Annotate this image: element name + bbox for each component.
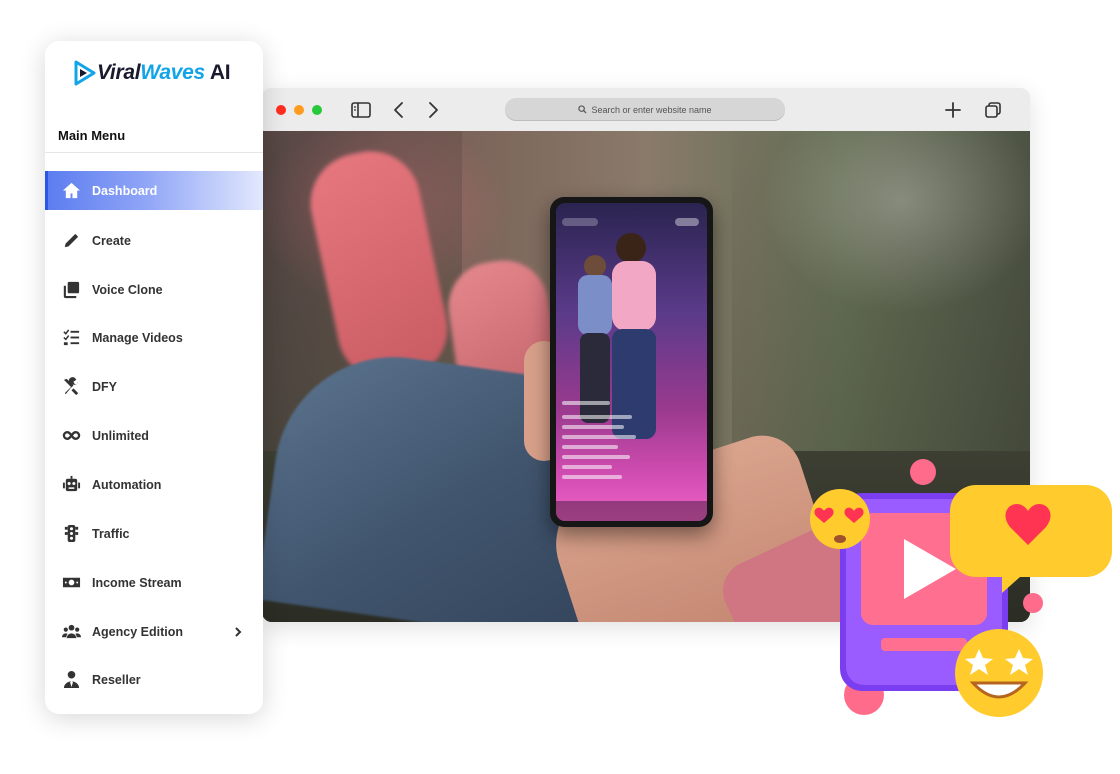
- sidebar-item-label: Unlimited: [92, 428, 149, 443]
- sidebar-item-dashboard[interactable]: Dashboard: [45, 171, 263, 210]
- logo-word-waves: Waves: [140, 61, 205, 84]
- sidebar-item-label: Income Stream: [92, 575, 182, 590]
- sidebar-item-label: Agency Edition: [92, 624, 183, 639]
- phone-mockup: [550, 197, 713, 527]
- minimize-window-button[interactable]: [294, 105, 304, 115]
- chevron-right-icon: [235, 626, 242, 637]
- address-bar[interactable]: Search or enter website name: [505, 98, 785, 121]
- tabs-overview-icon[interactable]: [982, 99, 1004, 121]
- sidebar-item-income-stream[interactable]: Income Stream: [45, 563, 263, 602]
- robot-icon: [61, 475, 81, 495]
- brand-logo[interactable]: ViralWaves AI: [73, 58, 231, 88]
- main-menu-heading: Main Menu: [58, 128, 126, 143]
- sidebar-item-manage-videos[interactable]: Manage Videos: [45, 318, 263, 357]
- back-icon[interactable]: [388, 99, 410, 121]
- money-bill-icon: [61, 573, 81, 593]
- menu-divider: [45, 152, 263, 153]
- sidebar-item-label: Traffic: [92, 526, 130, 541]
- social-stickers-illustration: [810, 459, 1112, 717]
- address-placeholder: Search or enter website name: [591, 104, 712, 115]
- tools-icon: [61, 377, 81, 397]
- sidebar-item-voice-clone[interactable]: Voice Clone: [45, 270, 263, 309]
- close-window-button[interactable]: [276, 105, 286, 115]
- sidebar-item-label: Voice Clone: [92, 282, 163, 297]
- sidebar-item-label: Dashboard: [92, 183, 158, 198]
- sidebar: ViralWaves AI Main Menu Dashboard Create …: [45, 41, 263, 714]
- sidebar-item-label: DFY: [92, 379, 117, 394]
- copy-icon: [61, 280, 81, 300]
- logo-word-ai: AI: [209, 61, 231, 84]
- sidebar-item-label: Manage Videos: [92, 330, 183, 345]
- sidebar-item-agency-edition[interactable]: Agency Edition: [45, 612, 263, 651]
- user-tie-icon: [61, 670, 81, 690]
- pencil-icon: [61, 231, 81, 251]
- users-icon: [61, 622, 81, 642]
- sidebar-toggle-icon[interactable]: [350, 99, 372, 121]
- sidebar-item-reseller[interactable]: Reseller: [45, 660, 263, 699]
- browser-toolbar: Search or enter website name: [262, 88, 1030, 131]
- home-icon: [61, 181, 81, 201]
- phone-video-screen: [556, 203, 707, 521]
- play-logo-icon: [74, 60, 96, 86]
- infinity-icon: [61, 426, 81, 446]
- logo-word-viral: Viral: [97, 61, 141, 84]
- traffic-light-icon: [61, 524, 81, 544]
- forward-icon[interactable]: [422, 99, 444, 121]
- search-icon: [578, 105, 587, 114]
- sidebar-item-dfy[interactable]: DFY: [45, 367, 263, 406]
- sidebar-item-create[interactable]: Create: [45, 221, 263, 260]
- new-tab-icon[interactable]: [942, 99, 964, 121]
- sidebar-item-label: Create: [92, 233, 131, 248]
- sidebar-item-unlimited[interactable]: Unlimited: [45, 416, 263, 455]
- sidebar-item-traffic[interactable]: Traffic: [45, 514, 263, 553]
- maximize-window-button[interactable]: [312, 105, 322, 115]
- sidebar-item-label: Reseller: [92, 672, 141, 687]
- sidebar-item-label: Automation: [92, 477, 162, 492]
- tasks-list-icon: [61, 328, 81, 348]
- sidebar-item-automation[interactable]: Automation: [45, 465, 263, 504]
